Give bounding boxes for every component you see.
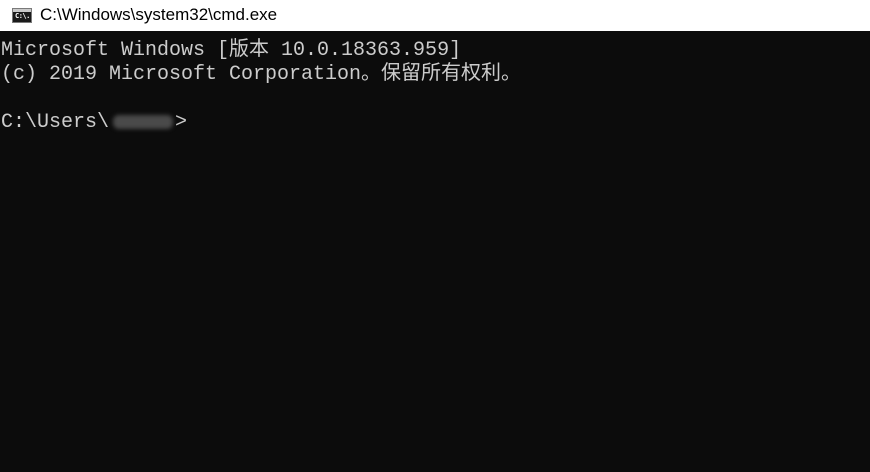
cmd-console-icon[interactable]: C:\. [12, 8, 32, 23]
icon-glyph: C:\. [15, 12, 30, 20]
title-bar[interactable]: C:\. C:\Windows\system32\cmd.exe [0, 0, 870, 31]
command-prompt[interactable]: C:\Users\ > [1, 111, 187, 135]
redacted-username [113, 114, 174, 129]
window-title: C:\Windows\system32\cmd.exe [40, 5, 278, 24]
console-output-area[interactable]: Microsoft Windows [版本 10.0.18363.959] (c… [0, 31, 870, 472]
cmd-window: C:\. C:\Windows\system32\cmd.exe Microso… [0, 0, 870, 472]
prompt-path: C:\Users\ [1, 111, 110, 134]
console-line-copyright: (c) 2019 Microsoft Corporation。保留所有权利。 [1, 63, 522, 86]
prompt-symbol: > [175, 111, 188, 134]
console-line-version: Microsoft Windows [版本 10.0.18363.959] [1, 39, 462, 62]
